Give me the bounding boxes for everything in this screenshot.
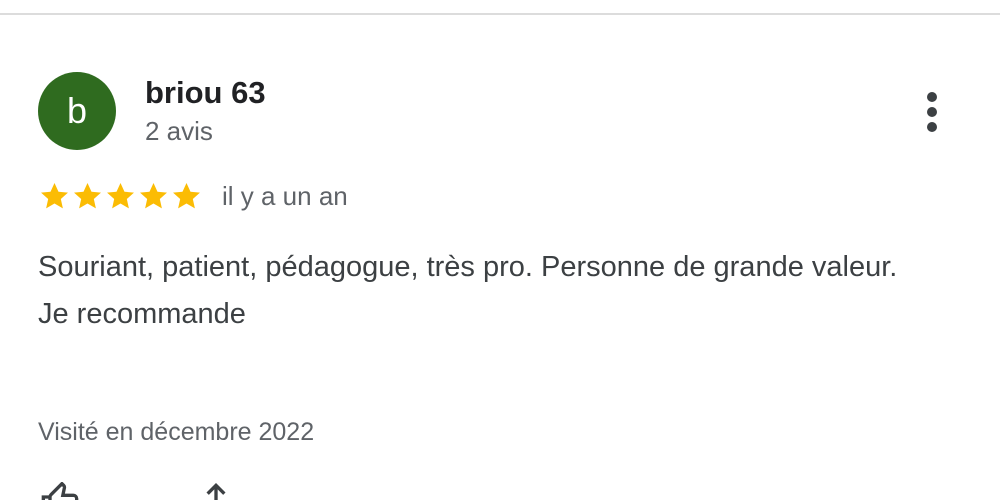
share-button[interactable]	[196, 482, 236, 500]
star-rating	[38, 178, 203, 214]
star-icon	[173, 182, 200, 208]
review-date: il y a un an	[222, 181, 348, 211]
star-icon	[140, 182, 167, 208]
visit-date: Visité en décembre 2022	[38, 418, 315, 446]
review-card: b briou 63 2 avis il y a un an Souriant,…	[0, 0, 1000, 500]
like-button[interactable]	[40, 481, 80, 500]
review-text-line: Je recommande	[38, 298, 246, 330]
reviewer-review-count: 2 avis	[145, 116, 213, 146]
share-icon	[206, 482, 226, 500]
more-options-button[interactable]	[912, 88, 952, 136]
star-icon	[107, 182, 134, 208]
star-icon	[74, 182, 101, 208]
reviewer-name[interactable]: briou 63	[145, 74, 266, 112]
thumb-up-icon	[41, 481, 79, 500]
review-text: Souriant, patient, pédagogue, très pro. …	[38, 244, 968, 338]
top-divider	[0, 13, 1000, 15]
avatar[interactable]: b	[38, 72, 116, 150]
review-text-line: Souriant, patient, pédagogue, très pro. …	[38, 251, 898, 283]
star-icon	[41, 182, 68, 208]
